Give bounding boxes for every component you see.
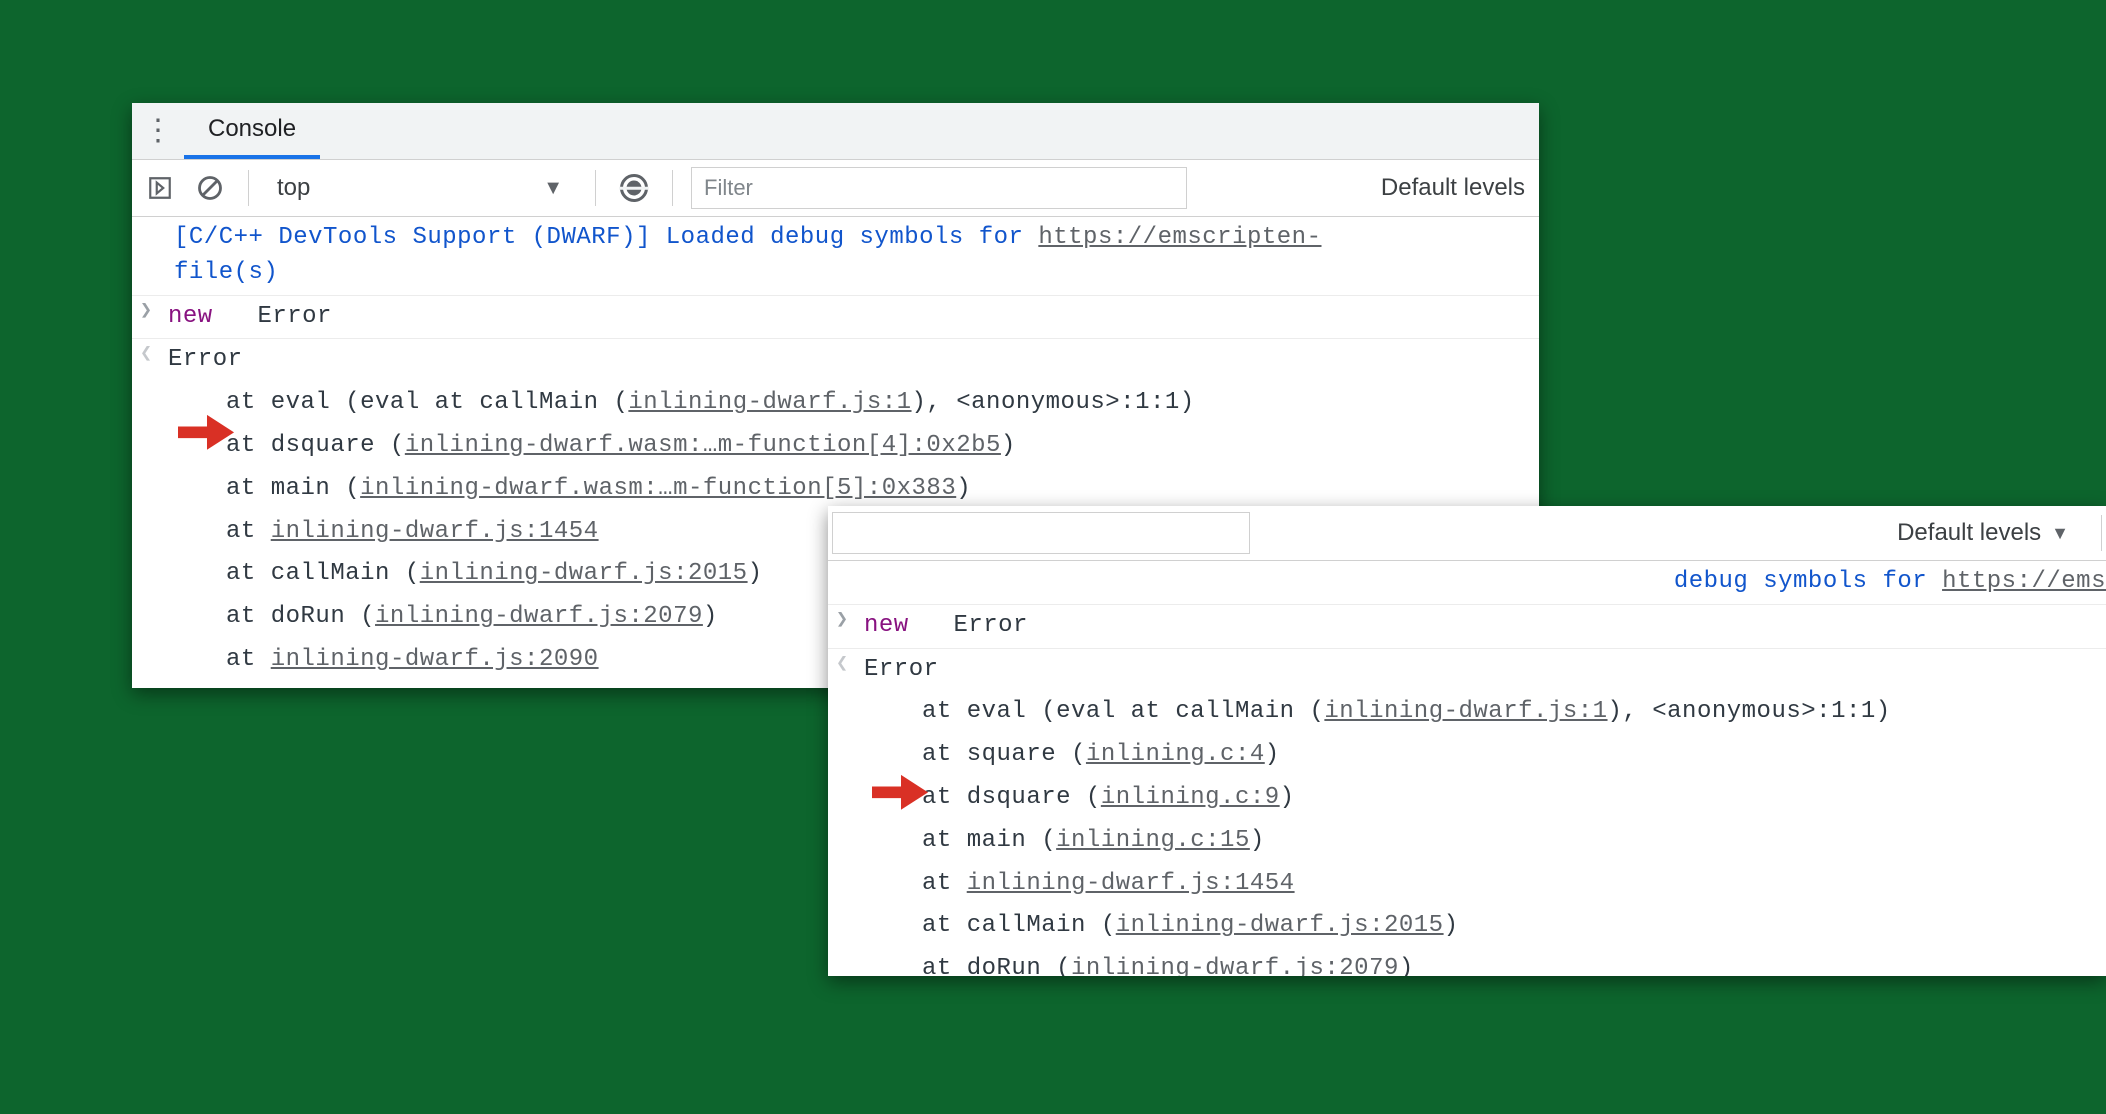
frame-prefix: at dsquare ( — [226, 432, 405, 459]
frame-prefix: at eval (eval at callMain ( — [922, 698, 1324, 725]
context-select[interactable]: top ▼ — [267, 174, 577, 202]
stack-frame: at doRun (inlining-dwarf.js:2079) — [828, 948, 2106, 976]
info-text: debug symbols for — [1674, 568, 1942, 595]
console-input-line[interactable]: new Error — [828, 604, 2106, 648]
tab-label: Console — [208, 115, 296, 143]
chevron-down-icon: ▼ — [543, 177, 577, 200]
log-info-line: [C/C++ DevTools Support (DWARF)] Loaded … — [132, 217, 1539, 295]
frame-suffix: ) — [1280, 784, 1295, 811]
frame-suffix: ) — [1444, 912, 1459, 939]
info-link[interactable]: https://ems — [1942, 568, 2106, 595]
frame-prefix: at main ( — [226, 475, 360, 502]
keyword-new: new — [168, 303, 213, 330]
frame-prefix: at — [226, 518, 271, 545]
error-label: Error — [257, 303, 332, 330]
chevron-right-icon — [140, 302, 153, 322]
info-link[interactable]: https://emscripten- — [1038, 224, 1321, 251]
tab-console[interactable]: Console — [184, 103, 320, 159]
live-expression-icon[interactable] — [614, 168, 654, 208]
info-text: [C/C++ DevTools Support (DWARF)] Loaded … — [174, 224, 1038, 251]
clear-console-icon[interactable] — [190, 168, 230, 208]
frame-prefix: at callMain ( — [226, 560, 420, 587]
console-output-line[interactable]: Error — [828, 648, 2106, 692]
frame-link[interactable]: inlining-dwarf.js:2015 — [420, 560, 748, 587]
stack-frame: at dsquare (inlining.c:9) — [828, 777, 2106, 820]
console-input-line[interactable]: new Error — [132, 295, 1539, 339]
console-toolbar: Default levels ▼ — [828, 506, 2106, 561]
levels-label: Default levels — [1381, 174, 1525, 202]
frame-prefix: at — [226, 646, 271, 673]
show-drawer-icon[interactable] — [140, 168, 180, 208]
stack-frame: at inlining-dwarf.js:1454 — [828, 863, 2106, 906]
frame-prefix: at doRun ( — [226, 603, 375, 630]
frame-prefix: at — [922, 870, 967, 897]
console-toolbar: top ▼ Default levels — [132, 160, 1539, 217]
keyword-new: new — [864, 612, 909, 639]
stack-frame: at dsquare (inlining-dwarf.wasm:…m-funct… — [132, 425, 1539, 468]
frame-link[interactable]: inlining.c:9 — [1101, 784, 1280, 811]
frame-prefix: at eval (eval at callMain ( — [226, 389, 628, 416]
frame-link[interactable]: inlining.c:15 — [1056, 827, 1250, 854]
context-label: top — [277, 174, 310, 202]
stack-frame: at main (inlining-dwarf.wasm:…m-function… — [132, 468, 1539, 511]
toolbar-divider — [672, 170, 673, 206]
levels-label: Default levels — [1897, 519, 2041, 547]
frame-suffix: ), <anonymous>:1:1) — [912, 389, 1195, 416]
frame-suffix: ) — [1265, 741, 1280, 768]
chevron-right-icon — [836, 611, 849, 631]
toolbar-divider — [2101, 515, 2102, 551]
console-output-line[interactable]: Error — [132, 338, 1539, 382]
frame-suffix: ) — [703, 603, 718, 630]
error-label: Error — [953, 612, 1028, 639]
chevron-left-icon — [140, 345, 153, 365]
frame-prefix: at dsquare ( — [922, 784, 1101, 811]
frame-link[interactable]: inlining-dwarf.js:2090 — [271, 646, 599, 673]
frame-prefix: at main ( — [922, 827, 1056, 854]
log-area: debug symbols for https://ems new Error … — [828, 561, 2106, 976]
frame-suffix: ), <anonymous>:1:1) — [1608, 698, 1891, 725]
stack-frame: at square (inlining.c:4) — [828, 734, 2106, 777]
frame-link[interactable]: inlining-dwarf.js:1 — [1324, 698, 1607, 725]
frame-suffix: ) — [1001, 432, 1016, 459]
frame-prefix: at doRun ( — [922, 955, 1071, 976]
filter-input[interactable] — [832, 512, 1250, 554]
frame-link[interactable]: inlining.c:4 — [1086, 741, 1265, 768]
stack-frame: at eval (eval at callMain (inlining-dwar… — [132, 382, 1539, 425]
filter-input[interactable] — [691, 167, 1187, 209]
frame-link[interactable]: inlining-dwarf.wasm:…m-function[5]:0x383 — [360, 475, 956, 502]
error-label: Error — [168, 346, 243, 373]
frame-suffix: ) — [1399, 955, 1414, 976]
stack-frame: at main (inlining.c:15) — [828, 820, 2106, 863]
info-suffix: file(s) — [174, 259, 278, 286]
frame-link[interactable]: inlining-dwarf.js:2079 — [1071, 955, 1399, 976]
frame-link[interactable]: inlining-dwarf.js:1454 — [271, 518, 599, 545]
tab-strip: ⋮ Console — [132, 103, 1539, 160]
frame-link[interactable]: inlining-dwarf.js:2015 — [1116, 912, 1444, 939]
error-label: Error — [864, 656, 939, 683]
log-levels-select[interactable]: Default levels ▼ — [1883, 519, 2083, 547]
chevron-left-icon — [836, 655, 849, 675]
more-menu-icon[interactable]: ⋮ — [132, 116, 184, 146]
frame-link[interactable]: inlining-dwarf.js:1 — [628, 389, 911, 416]
stack-frame: at eval (eval at callMain (inlining-dwar… — [828, 691, 2106, 734]
toolbar-divider — [595, 170, 596, 206]
frame-prefix: at square ( — [922, 741, 1086, 768]
frame-suffix: ) — [748, 560, 763, 587]
log-levels-select[interactable]: Default levels — [1367, 174, 1539, 202]
chevron-down-icon: ▼ — [2051, 523, 2069, 544]
frame-suffix: ) — [1250, 827, 1265, 854]
frame-link[interactable]: inlining-dwarf.wasm:…m-function[4]:0x2b5 — [405, 432, 1001, 459]
log-info-line: debug symbols for https://ems — [828, 561, 2106, 604]
frame-link[interactable]: inlining-dwarf.js:2079 — [375, 603, 703, 630]
frame-prefix: at callMain ( — [922, 912, 1116, 939]
toolbar-divider — [248, 170, 249, 206]
stack-frame: at callMain (inlining-dwarf.js:2015) — [828, 905, 2106, 948]
devtools-panel-after: Default levels ▼ debug symbols for https… — [828, 506, 2106, 976]
frame-link[interactable]: inlining-dwarf.js:1454 — [967, 870, 1295, 897]
frame-suffix: ) — [956, 475, 971, 502]
